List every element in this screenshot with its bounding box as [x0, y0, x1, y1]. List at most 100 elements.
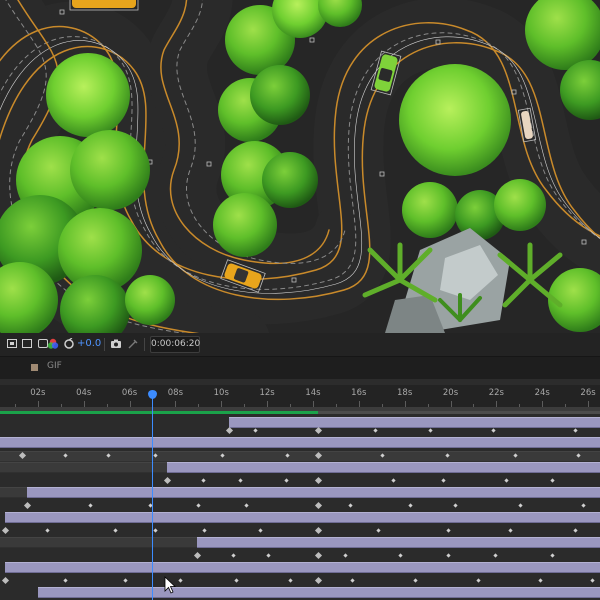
- mouse-pointer-icon: [164, 576, 176, 594]
- keyframe[interactable]: [257, 527, 263, 533]
- ruler-tick-label: 10s: [213, 388, 229, 398]
- color-channels-icon[interactable]: [47, 338, 59, 350]
- keyframe[interactable]: [237, 477, 243, 483]
- keyframe[interactable]: [375, 527, 381, 533]
- keyframe[interactable]: [537, 577, 543, 583]
- keyframe[interactable]: [379, 452, 385, 458]
- playhead-line[interactable]: [152, 393, 153, 600]
- region-of-interest-icon[interactable]: [7, 339, 17, 348]
- reset-exposure-icon[interactable]: [63, 338, 75, 350]
- keyframe[interactable]: [572, 527, 578, 533]
- ruler-tick-label: 12s: [259, 388, 275, 398]
- exposure-value[interactable]: +0.0: [77, 338, 101, 349]
- snapshot-camera-icon[interactable]: [110, 338, 122, 350]
- keyframe[interactable]: [219, 452, 225, 458]
- layer-duration-bar[interactable]: [229, 417, 600, 428]
- keyframe[interactable]: [549, 552, 555, 558]
- toggle-grid-icon[interactable]: [22, 339, 32, 348]
- keyframe[interactable]: [347, 502, 353, 508]
- comp-color-swatch[interactable]: [31, 364, 38, 371]
- keyframe[interactable]: [122, 577, 128, 583]
- layer-duration-bar[interactable]: [167, 462, 600, 473]
- ruler-tick-label: 24s: [534, 388, 550, 398]
- keyframe[interactable]: [452, 502, 458, 508]
- keyframe[interactable]: [283, 477, 289, 483]
- keyframe[interactable]: [503, 477, 509, 483]
- keyframe[interactable]: [112, 527, 118, 533]
- keyframe[interactable]: [105, 452, 111, 458]
- keyframe[interactable]: [507, 527, 513, 533]
- ruler-tick-label: 20s: [442, 388, 459, 398]
- keyframe[interactable]: [445, 527, 451, 533]
- keyframe[interactable]: [233, 577, 239, 583]
- keyframe[interactable]: [390, 477, 396, 483]
- layer-empty-span: [0, 487, 27, 498]
- after-effects-window: +0.0 0:00:06:20 GIF s02s04s06s08s10s12s1…: [0, 0, 600, 600]
- keyframe[interactable]: [201, 527, 207, 533]
- keyframe[interactable]: [412, 577, 418, 583]
- layer-duration-bar[interactable]: [38, 587, 600, 598]
- keyframe[interactable]: [475, 577, 481, 583]
- show-snapshot-icon[interactable]: [127, 338, 139, 350]
- keyframe[interactable]: [243, 502, 249, 508]
- ruler-tick-label: 22s: [488, 388, 504, 398]
- keyframe[interactable]: [44, 527, 50, 533]
- keyframe[interactable]: [152, 527, 158, 533]
- keyframe[interactable]: [265, 552, 271, 558]
- keyframe[interactable]: [572, 427, 578, 433]
- keyframe[interactable]: [445, 552, 451, 558]
- keyframe[interactable]: [372, 427, 378, 433]
- keyframe[interactable]: [589, 577, 595, 583]
- keyframe[interactable]: [177, 577, 183, 583]
- uncached-bar: [318, 411, 600, 414]
- keyframe[interactable]: [342, 552, 348, 558]
- keyframe[interactable]: [252, 427, 258, 433]
- layer-duration-bar[interactable]: [197, 537, 600, 548]
- keyframe[interactable]: [200, 477, 206, 483]
- work-area-bar[interactable]: [0, 379, 600, 385]
- keyframe[interactable]: [397, 552, 403, 558]
- keyframe[interactable]: [427, 427, 433, 433]
- keyframe[interactable]: [195, 502, 201, 508]
- layer-duration-bar[interactable]: [0, 437, 600, 448]
- composition-artwork: [0, 0, 600, 333]
- keyframe[interactable]: [407, 502, 413, 508]
- keyframe[interactable]: [575, 452, 581, 458]
- keyframe[interactable]: [152, 452, 158, 458]
- layer-duration-bar[interactable]: [5, 562, 600, 573]
- timeline-comp-header: GIF: [0, 357, 600, 379]
- layer-duration-bar[interactable]: [5, 512, 600, 523]
- time-ruler[interactable]: s02s04s06s08s10s12s14s16s18s20s22s24s26s: [0, 379, 600, 407]
- keyframe[interactable]: [490, 427, 496, 433]
- comp-name[interactable]: GIF: [47, 361, 62, 371]
- layer-empty-span: [0, 451, 600, 462]
- viewer-toolbar: +0.0 0:00:06:20: [0, 333, 600, 357]
- current-time-display[interactable]: 0:00:06:20: [150, 336, 200, 353]
- keyframe[interactable]: [492, 552, 498, 558]
- ruler-tick-label: 14s: [305, 388, 321, 398]
- keyframe[interactable]: [284, 452, 290, 458]
- ruler-tick-label: 08s: [167, 388, 184, 398]
- toolbar-divider: [104, 338, 105, 351]
- ruler-tick-label: 16s: [351, 388, 367, 398]
- render-cache-bar: [0, 411, 318, 414]
- keyframe[interactable]: [62, 577, 68, 583]
- keyframe[interactable]: [549, 477, 555, 483]
- keyframe[interactable]: [62, 452, 68, 458]
- keyframe[interactable]: [230, 552, 236, 558]
- keyframe[interactable]: [444, 452, 450, 458]
- toolbar-divider: [144, 338, 145, 351]
- keyframe[interactable]: [512, 452, 518, 458]
- keyframe[interactable]: [87, 502, 93, 508]
- keyframe[interactable]: [287, 577, 293, 583]
- ruler-tick-label: 18s: [397, 388, 413, 398]
- layer-duration-bar[interactable]: [27, 487, 600, 498]
- keyframe[interactable]: [580, 502, 586, 508]
- keyframe[interactable]: [440, 477, 446, 483]
- composition-viewer[interactable]: [0, 0, 600, 333]
- keyframe[interactable]: [349, 577, 355, 583]
- layer-empty-span: [0, 462, 167, 473]
- layer-empty-span: [0, 537, 197, 548]
- keyframe[interactable]: [517, 502, 523, 508]
- ruler-tick-label: 02s: [30, 388, 46, 398]
